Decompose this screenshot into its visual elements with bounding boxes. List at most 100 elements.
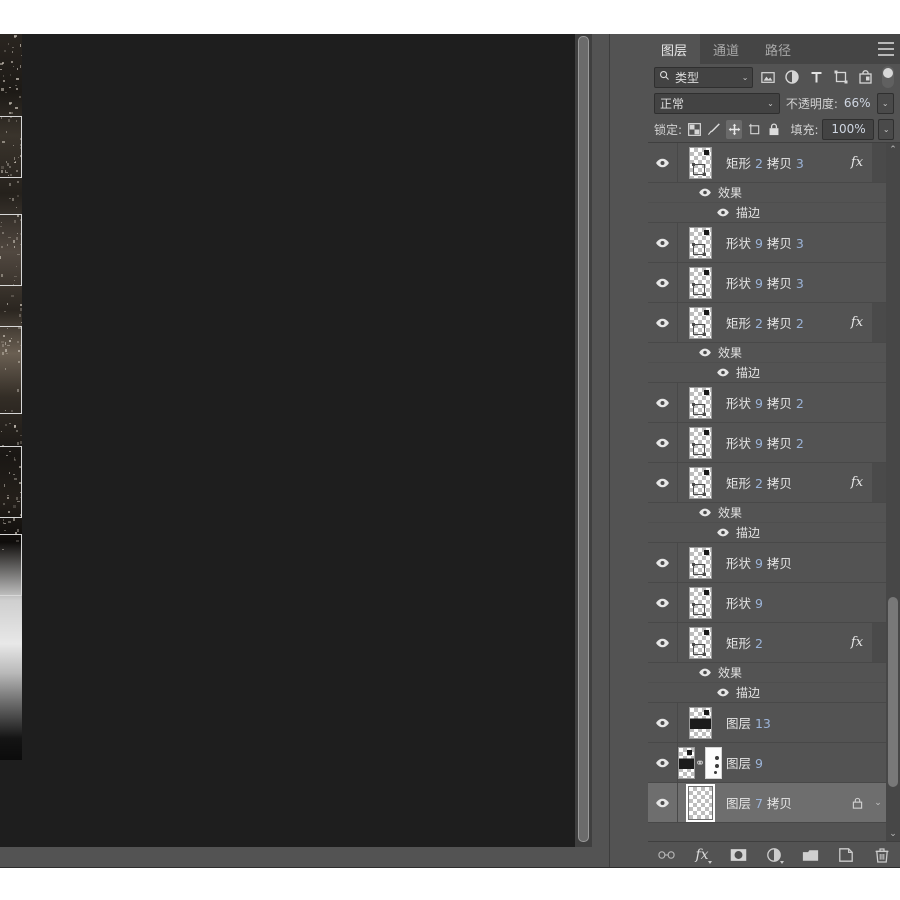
layer-name[interactable]: 矩形 2 (722, 633, 844, 652)
layer-thumbnail-cell[interactable] (678, 787, 722, 819)
layer-thumbnail[interactable] (689, 787, 712, 819)
layer-thumbnail[interactable] (689, 147, 712, 179)
scrollbar-track[interactable] (886, 157, 900, 827)
layer-visibility-toggle[interactable] (648, 463, 678, 502)
opacity-value[interactable]: 66% (844, 96, 871, 110)
layer-effects-group-row[interactable]: 效果 (648, 503, 886, 523)
hamburger-menu-icon[interactable] (878, 42, 894, 56)
layer-visibility-toggle[interactable] (648, 743, 678, 782)
layer-name[interactable]: 图层 9 (722, 753, 844, 772)
layer-visibility-toggle[interactable] (648, 583, 678, 622)
fill-chevron-down-icon[interactable]: ⌄ (878, 119, 894, 140)
layer-name[interactable]: 矩形 2 拷贝 (722, 473, 844, 492)
canvas-scrollbar-thumb[interactable] (578, 36, 589, 842)
layer-name[interactable]: 矩形 2 拷贝 3 (722, 153, 844, 172)
layer-thumbnail[interactable] (689, 587, 712, 619)
layer-fx-badge[interactable]: fx (844, 635, 870, 650)
layer-thumbnail[interactable] (689, 707, 712, 739)
layer-thumbnail[interactable] (678, 747, 695, 779)
layer-row[interactable]: 矩形 2 拷贝 3fx⌃ (648, 143, 886, 183)
layer-fx-badge[interactable]: fx (844, 475, 870, 490)
layer-visibility-toggle[interactable] (648, 143, 678, 182)
layer-row[interactable]: 矩形 2 拷贝 2fx⌃ (648, 303, 886, 343)
layer-row[interactable]: 矩形 2 拷贝fx⌃ (648, 463, 886, 503)
layer-name[interactable]: 图层 7 拷贝 (722, 793, 844, 812)
new-fill-adjustment-button[interactable] (765, 846, 783, 864)
layer-row[interactable]: 形状 9 拷贝 3 (648, 223, 886, 263)
filter-type-layers-icon[interactable] (806, 67, 827, 87)
scrollbar-thumb[interactable] (888, 597, 898, 787)
layer-thumbnail-cell[interactable] (678, 307, 722, 339)
add-layer-mask-button[interactable] (729, 846, 747, 864)
layer-thumbnail-cell[interactable] (678, 267, 722, 299)
layer-name[interactable]: 矩形 2 拷贝 2 (722, 313, 844, 332)
tab-channels[interactable]: 通道 (700, 34, 752, 64)
adjustment-menu-caret-icon[interactable] (780, 861, 784, 864)
layer-visibility-toggle[interactable] (648, 383, 678, 422)
layer-thumbnail[interactable] (689, 387, 712, 419)
filter-smart-objects-icon[interactable] (855, 67, 876, 87)
layer-thumbnail-cell[interactable] (678, 147, 722, 179)
tab-layers[interactable]: 图层 (648, 34, 700, 64)
filter-kind-select[interactable]: 类型 ⌄ (654, 67, 753, 88)
layer-visibility-toggle[interactable] (648, 423, 678, 462)
effects-visibility-toggle[interactable] (678, 668, 712, 677)
filter-shape-layers-icon[interactable] (831, 67, 852, 87)
layer-fx-badge[interactable]: fx (844, 155, 870, 170)
layer-name[interactable]: 形状 9 (722, 593, 844, 612)
layer-expand-caret-icon[interactable]: ⌄ (870, 798, 886, 808)
layer-thumbnail[interactable] (689, 467, 712, 499)
effects-visibility-toggle[interactable] (678, 508, 712, 517)
chevron-down-icon[interactable]: ⌄ (767, 99, 774, 108)
layer-thumbnail-cell[interactable] (678, 427, 722, 459)
panel-divider[interactable] (609, 34, 648, 868)
effect-visibility-toggle[interactable] (678, 528, 730, 537)
layer-fx-badge[interactable]: fx (844, 315, 870, 330)
new-group-button[interactable] (801, 846, 819, 864)
tab-paths[interactable]: 路径 (752, 34, 804, 64)
layer-visibility-toggle[interactable] (648, 303, 678, 342)
layers-scrollbar[interactable]: ⌃ ⌄ (886, 143, 900, 841)
layer-row[interactable]: ⚭ 图层 9 (648, 743, 886, 783)
layer-name[interactable]: 图层 13 (722, 713, 844, 732)
layer-visibility-toggle[interactable] (648, 223, 678, 262)
layer-thumbnail-cell[interactable] (678, 387, 722, 419)
layer-thumbnail[interactable] (689, 627, 712, 659)
layer-mask-thumbnail[interactable] (705, 747, 722, 779)
layer-effects-group-row[interactable]: 效果 (648, 663, 886, 683)
mask-link-icon[interactable]: ⚭ (695, 756, 705, 770)
layer-visibility-toggle[interactable] (648, 623, 678, 662)
scroll-down-arrow-icon[interactable]: ⌄ (886, 827, 900, 841)
layer-thumbnail[interactable] (689, 547, 712, 579)
filter-pixel-layers-icon[interactable] (757, 67, 778, 87)
fill-value[interactable]: 100% (822, 119, 874, 140)
layer-row[interactable]: 形状 9 拷贝 3 (648, 263, 886, 303)
layer-row[interactable]: 形状 9 拷贝 2 (648, 383, 886, 423)
lock-artboard-nesting-icon[interactable] (746, 120, 762, 139)
layer-effects-group-row[interactable]: 效果 (648, 343, 886, 363)
layer-row[interactable]: 图层 13 (648, 703, 886, 743)
layer-thumbnail-cell[interactable]: ⚭ (678, 747, 722, 779)
layer-thumbnail[interactable] (689, 227, 712, 259)
scroll-up-arrow-icon[interactable]: ⌃ (886, 143, 900, 157)
link-layers-button[interactable] (657, 846, 675, 864)
effects-visibility-toggle[interactable] (678, 348, 712, 357)
lock-all-icon[interactable] (766, 120, 782, 139)
filter-adjustment-layers-icon[interactable] (782, 67, 803, 87)
layers-list[interactable]: 矩形 2 拷贝 3fx⌃效果描边形状 9 拷贝 3形状 9 拷贝 3矩形 2 拷… (648, 143, 900, 841)
layer-visibility-toggle[interactable] (648, 783, 678, 822)
lock-position-icon[interactable] (726, 120, 742, 139)
layer-row[interactable]: 形状 9 拷贝 (648, 543, 886, 583)
layer-name[interactable]: 形状 9 拷贝 3 (722, 273, 844, 292)
effects-visibility-toggle[interactable] (678, 188, 712, 197)
effect-visibility-toggle[interactable] (678, 688, 730, 697)
layer-name[interactable]: 形状 9 拷贝 2 (722, 433, 844, 452)
layer-thumbnail[interactable] (689, 267, 712, 299)
layer-name[interactable]: 形状 9 拷贝 2 (722, 393, 844, 412)
delete-layer-button[interactable] (873, 846, 891, 864)
lock-image-pixels-icon[interactable] (706, 120, 722, 139)
layer-thumbnail-cell[interactable] (678, 547, 722, 579)
layer-row[interactable]: 矩形 2fx⌃ (648, 623, 886, 663)
blend-mode-select[interactable]: 正常 ⌄ (654, 93, 780, 114)
opacity-chevron-down-icon[interactable]: ⌄ (877, 93, 894, 114)
